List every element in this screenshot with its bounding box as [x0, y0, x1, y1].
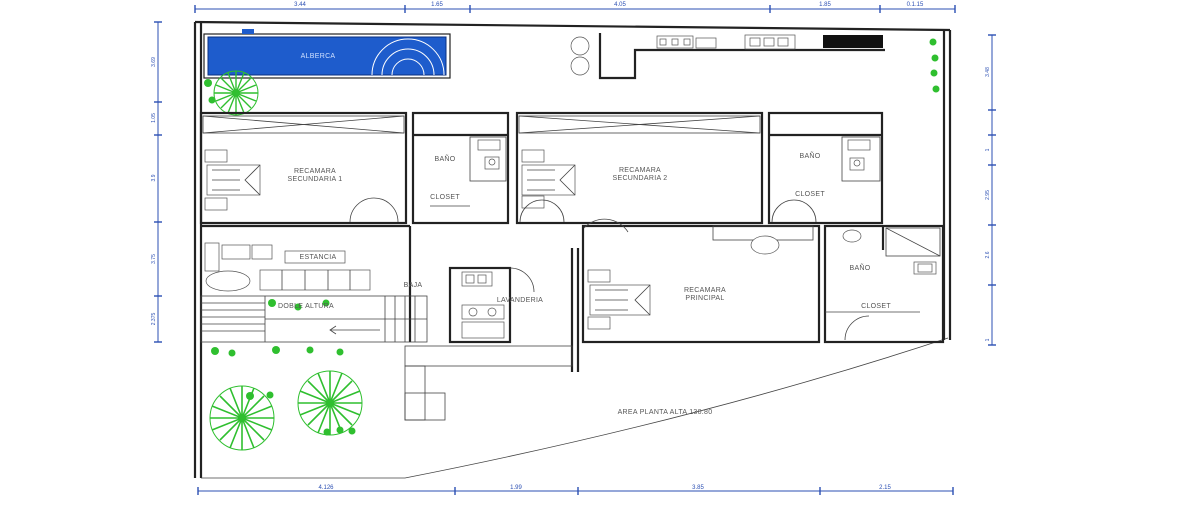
dim-right-2: 1	[985, 148, 991, 151]
bedroom-1-label-line2: SECUNDARIA 1	[288, 176, 343, 183]
laundry-label: LAVANDERIA	[497, 297, 543, 304]
dim-right-4: 2.6	[985, 251, 991, 258]
top-dimension-line: 3.44 1.65 4.05 1.85 0.1.15	[194, 2, 956, 13]
dim-left-4: 3.75	[151, 254, 157, 264]
master-bedroom: RECAMARA PRINCIPAL	[570, 218, 821, 372]
pool: ALBERCA	[203, 29, 451, 79]
dim-top-1: 3.44	[294, 2, 306, 8]
bedroom-2-label-line1: RECAMARA	[619, 167, 661, 174]
pool-label: ALBERCA	[301, 53, 336, 60]
dim-left-2: 1.05	[151, 113, 157, 123]
stairs-down-label: BAJA	[404, 282, 423, 289]
dim-top-2: 1.65	[431, 2, 443, 8]
plant-garden-large-2	[297, 370, 363, 436]
closet-2-label: CLOSET	[795, 191, 825, 198]
master-label-line2: PRINCIPAL	[685, 295, 724, 302]
bath-closet-2: BAÑO CLOSET	[767, 111, 884, 225]
master-label-line1: RECAMARA	[684, 287, 726, 294]
closet-1-label: CLOSET	[430, 194, 460, 201]
dim-right-1: 3.48	[985, 67, 991, 77]
dim-left-3: 3.9	[151, 174, 157, 181]
living-label: ESTANCIA	[300, 254, 337, 261]
closet-3-label: CLOSET	[861, 303, 891, 310]
bath-1-label: BAÑO	[434, 154, 455, 163]
bedroom-2: RECAMARA SECUNDARIA 2	[515, 111, 764, 225]
dim-left-1: 3.69	[151, 57, 157, 67]
dim-bottom-3: 3.85	[692, 485, 704, 491]
dim-right-3: 2.95	[985, 190, 991, 200]
dim-top-5: 0.1.15	[907, 2, 924, 8]
area-label: AREA PLANTA ALTA 130.80	[618, 409, 713, 416]
bedroom-2-label-line2: SECUNDARIA 2	[613, 175, 668, 182]
dim-top-3: 4.05	[614, 2, 626, 8]
plant-garden-large-1	[209, 385, 275, 451]
bath-closet-1: BAÑO CLOSET	[411, 111, 510, 225]
terrace-bar	[570, 33, 885, 80]
bedroom-1: RECAMARA SECUNDARIA 1	[199, 111, 408, 225]
bath-2-label: BAÑO	[799, 151, 820, 160]
bottom-dimension-line: 4.126 1.99 3.85 2.15	[197, 485, 954, 495]
right-dimension-line: 3.48 1 2.95 2.6 1	[985, 34, 996, 346]
plants	[204, 38, 940, 451]
bath-closet-3: BAÑO CLOSET	[823, 224, 945, 344]
dim-bottom-1: 4.126	[318, 485, 334, 491]
dim-left-5: 2.375	[151, 313, 157, 326]
dim-bottom-2: 1.99	[510, 485, 522, 491]
plant-terrace-large	[213, 70, 259, 116]
living-area: ESTANCIA	[201, 224, 412, 342]
bath-3-label: BAÑO	[849, 263, 870, 272]
floor-plan: 3.44 1.65 4.05 1.85 0.1.15 4.126 1.99 3.…	[151, 2, 996, 495]
lower-balcony	[404, 345, 573, 421]
dim-top-4: 1.85	[819, 2, 831, 8]
staircase: BAJA DOBLE ALTURA	[200, 282, 428, 343]
bedroom-1-label-line1: RECAMARA	[294, 168, 336, 175]
left-dimension-line: 3.69 1.05 3.9 3.75 2.375	[151, 21, 162, 343]
dim-bottom-4: 2.15	[879, 485, 891, 491]
plant-shrubs	[204, 38, 940, 436]
stairs-note-label: DOBLE ALTURA	[278, 303, 334, 310]
laundry: LAVANDERIA	[448, 266, 543, 344]
dim-right-5: 1	[985, 338, 991, 341]
